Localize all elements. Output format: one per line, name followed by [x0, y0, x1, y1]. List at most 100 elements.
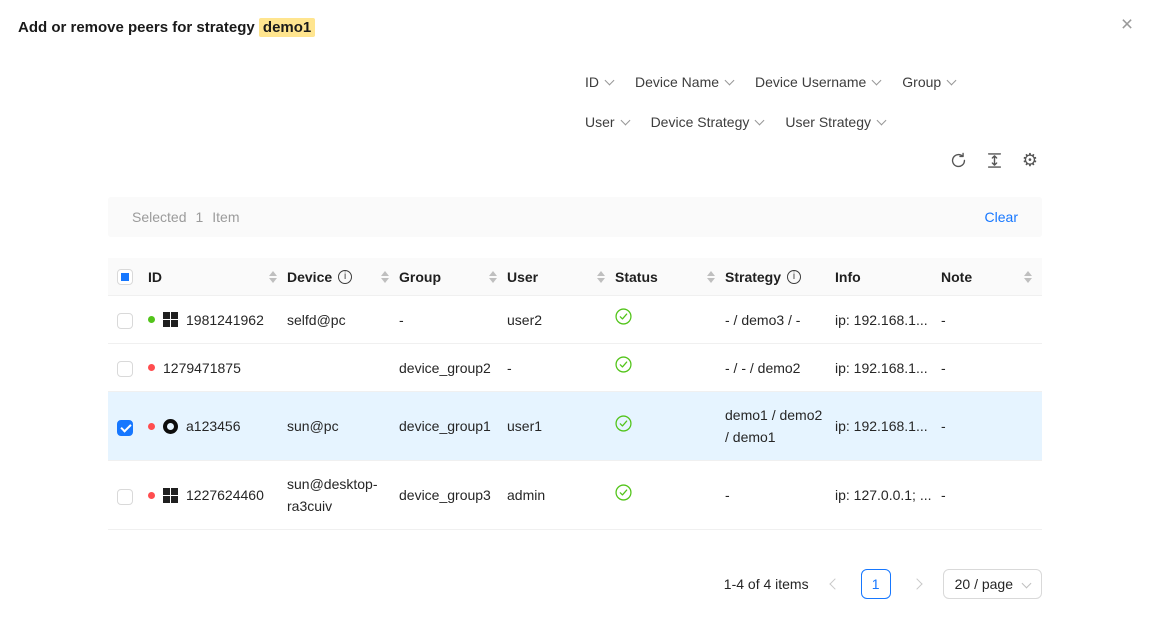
info-circle-icon[interactable]: i [338, 270, 352, 284]
sort-icon[interactable] [597, 271, 605, 283]
filter-label: Device Strategy [651, 114, 750, 130]
pagination-total: 1-4 of 4 items [724, 576, 809, 592]
filter-panel: ID Device Name Device Username Group Use… [585, 62, 955, 142]
filter-row-2: User Device Strategy User Strategy [585, 102, 955, 142]
filter-device-username[interactable]: Device Username [755, 74, 880, 90]
chevron-down-icon [725, 75, 735, 85]
header-status[interactable]: Status [615, 258, 725, 296]
add-remove-peers-modal: Add or remove peers for strategy demo1 ×… [0, 0, 1154, 629]
sort-icon[interactable] [1024, 271, 1032, 283]
peer-id: 1981241962 [186, 309, 264, 331]
filter-label: User Strategy [785, 114, 871, 130]
row-checkbox[interactable] [117, 313, 133, 329]
settings-gear-icon[interactable]: ⚙ [1020, 149, 1040, 171]
row-checkbox[interactable] [117, 361, 133, 377]
filter-user-strategy[interactable]: User Strategy [785, 114, 885, 130]
group-cell: - [399, 296, 507, 344]
device-cell: sun@pc [287, 392, 399, 461]
header-note[interactable]: Note [941, 258, 1042, 296]
status-online-icon [615, 484, 632, 501]
online-status-dot [148, 316, 155, 323]
select-all-checkbox[interactable] [117, 269, 133, 285]
ring-os-icon [163, 419, 178, 434]
chevron-down-icon [1022, 578, 1032, 588]
filter-user[interactable]: User [585, 114, 629, 130]
peer-id: a123456 [186, 415, 241, 437]
device-cell [287, 344, 399, 392]
offline-status-dot [148, 492, 155, 499]
group-cell: device_group1 [399, 392, 507, 461]
table-row[interactable]: 1279471875 device_group2 - - / - / demo2… [108, 344, 1042, 392]
filter-device-name[interactable]: Device Name [635, 74, 733, 90]
selection-bar: Selected 1 Item Clear [108, 197, 1042, 237]
sort-icon[interactable] [707, 271, 715, 283]
table-row[interactable]: 1227624460 sun@desktop-ra3cuiv device_gr… [108, 461, 1042, 530]
selection-info: Selected 1 Item [132, 209, 240, 225]
status-online-icon [615, 356, 632, 373]
filter-label: Device Name [635, 74, 719, 90]
chevron-down-icon [605, 75, 615, 85]
note-cell: - [941, 344, 1042, 392]
device-cell: sun@desktop-ra3cuiv [287, 461, 399, 530]
device-cell: selfd@pc [287, 296, 399, 344]
info-circle-icon[interactable]: i [787, 270, 801, 284]
refresh-icon[interactable] [948, 149, 968, 171]
sort-icon[interactable] [269, 271, 277, 283]
page-number-1[interactable]: 1 [861, 569, 891, 599]
note-cell: - [941, 392, 1042, 461]
strategy-name-highlight: demo1 [259, 18, 315, 37]
header-label: Strategy [725, 269, 781, 285]
header-label: Device [287, 269, 332, 285]
windows-os-icon [163, 312, 178, 327]
pagination: 1-4 of 4 items 1 20 / page [724, 569, 1042, 599]
chevron-down-icon [877, 115, 887, 125]
filter-label: User [585, 114, 615, 130]
clear-selection-button[interactable]: Clear [985, 209, 1018, 225]
info-cell: ip: 192.168.1... [835, 344, 941, 392]
peers-table: ID Device i [108, 258, 1042, 530]
gear-glyph: ⚙ [1022, 151, 1038, 169]
next-page-icon[interactable] [904, 569, 930, 599]
row-checkbox-checked[interactable] [117, 420, 133, 436]
windows-os-icon [163, 488, 178, 503]
peer-id: 1227624460 [186, 484, 264, 506]
table-row-selected[interactable]: a123456 sun@pc device_group1 user1 demo1… [108, 392, 1042, 461]
modal-title-text: Add or remove peers for strategy [18, 19, 255, 36]
table-header-row: ID Device i [108, 258, 1042, 296]
strategy-cell: - [725, 461, 835, 530]
filter-group[interactable]: Group [902, 74, 955, 90]
header-label: User [507, 269, 538, 285]
header-id[interactable]: ID [148, 258, 287, 296]
selection-prefix: Selected [132, 209, 186, 225]
filter-id[interactable]: ID [585, 74, 613, 90]
header-device[interactable]: Device i [287, 258, 399, 296]
strategy-cell: demo1 / demo2 / demo1 [725, 392, 835, 461]
user-cell: user2 [507, 296, 615, 344]
prev-page-icon[interactable] [822, 569, 848, 599]
peer-id: 1279471875 [163, 357, 241, 379]
filter-label: Group [902, 74, 941, 90]
info-cell: ip: 192.168.1... [835, 392, 941, 461]
sort-icon[interactable] [381, 271, 389, 283]
chevron-down-icon [872, 75, 882, 85]
table-row[interactable]: 1981241962 selfd@pc - user2 - / demo3 / … [108, 296, 1042, 344]
header-group[interactable]: Group [399, 258, 507, 296]
close-icon[interactable]: × [1114, 12, 1140, 38]
filter-label: ID [585, 74, 599, 90]
status-online-icon [615, 415, 632, 432]
sort-icon[interactable] [489, 271, 497, 283]
header-label: Note [941, 269, 972, 285]
user-cell: user1 [507, 392, 615, 461]
page-size-value: 20 / page [955, 576, 1013, 592]
header-user[interactable]: User [507, 258, 615, 296]
group-cell: device_group2 [399, 344, 507, 392]
group-cell: device_group3 [399, 461, 507, 530]
chevron-down-icon [620, 115, 630, 125]
table-toolbar: ⚙ [948, 149, 1040, 171]
filter-device-strategy[interactable]: Device Strategy [651, 114, 764, 130]
header-info: Info [835, 258, 941, 296]
row-height-icon[interactable] [984, 149, 1004, 171]
row-checkbox[interactable] [117, 489, 133, 505]
offline-status-dot [148, 423, 155, 430]
page-size-select[interactable]: 20 / page [943, 569, 1042, 599]
